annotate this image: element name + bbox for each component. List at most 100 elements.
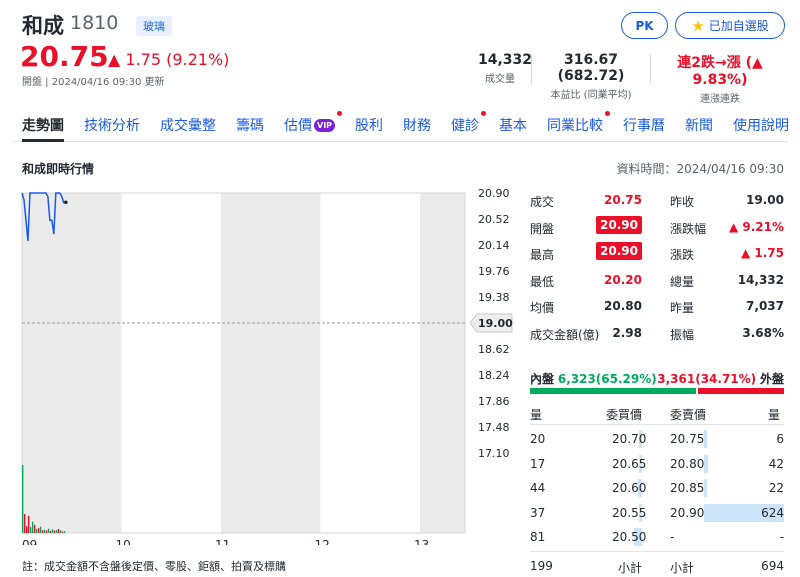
tab-11[interactable]: 新聞 <box>675 112 723 141</box>
x-tick-label: 12 <box>315 538 330 545</box>
tab-label: 同業比較 <box>547 118 604 134</box>
ask-total-label: 小計 <box>670 561 695 575</box>
y-tick-label: 17.10 <box>478 447 510 460</box>
ask-qty: 6 <box>776 432 784 446</box>
volume-bar <box>47 528 50 533</box>
stat-value: 14,332 <box>478 52 533 68</box>
quote-label: 開盤 <box>530 221 555 236</box>
volume-bar <box>31 521 34 533</box>
ask-qty: 42 <box>768 456 784 471</box>
quote-label: 振幅 <box>670 327 695 342</box>
quote-row: 成交金額(億) 2.98 振幅 3.68% <box>530 320 784 346</box>
tab-0[interactable]: 走勢圖 <box>12 112 74 142</box>
industry-tag[interactable]: 玻璃 <box>136 16 172 36</box>
y-tick-label: 17.48 <box>478 421 510 434</box>
pk-button[interactable]: PK <box>621 12 668 39</box>
inner-volume-bar <box>530 388 696 394</box>
y-tick-label: 19.00 <box>478 317 513 330</box>
volume-flow: 內盤 6,323(65.29%) 3,361(34.71%) 外盤 <box>530 370 784 387</box>
tab-3[interactable]: 籌碼 <box>226 112 274 141</box>
quote-value: 20.80 <box>604 299 642 313</box>
ask-price-header: 委賣價 <box>670 408 707 422</box>
stat-label: 本益比 (同業平均) <box>550 90 632 101</box>
bid-qty: 20 <box>530 432 546 446</box>
inner-value: 6,323(65.29%) <box>557 372 657 386</box>
y-tick-label: 18.24 <box>478 369 510 382</box>
tab-8[interactable]: 基本 <box>489 112 537 141</box>
tab-label: 技術分析 <box>84 118 140 134</box>
ask-price: 20.90 <box>670 505 705 520</box>
ask-depth-bar <box>704 479 707 497</box>
orderbook-row: 20 20.70 20.75 6 <box>530 428 784 452</box>
volume-bar <box>53 530 56 533</box>
tab-10[interactable]: 行事曆 <box>613 112 675 141</box>
ask-total: 694 <box>761 559 784 573</box>
tab-label: 籌碼 <box>236 118 264 134</box>
tab-label: 行事曆 <box>623 118 666 134</box>
quote-value: 2.98 <box>612 325 642 340</box>
footnote: 註：成交金額不含盤後定價、零股、鉅額、拍賣及標購 <box>22 560 286 573</box>
bid-qty: 44 <box>530 481 546 495</box>
quote-value: 20.75 <box>604 193 642 207</box>
quote-label: 成交金額(億) <box>530 327 600 342</box>
volume-bar <box>51 529 54 533</box>
quote-label: 漲跌 <box>670 248 695 262</box>
tab-12[interactable]: 使用說明 <box>723 112 799 141</box>
stock-code: 1810 <box>70 12 119 34</box>
price-change: ▲ 1.75 (9.21%) <box>108 50 230 69</box>
hour-band <box>22 193 122 533</box>
volume-bar <box>61 531 64 533</box>
quote-value: 7,037 <box>746 299 784 313</box>
tab-label: 新聞 <box>685 118 714 134</box>
stat-volume: 14,332 成交量 <box>478 52 533 85</box>
last-price-dot <box>63 200 68 205</box>
quote-value: ▲ 1.75 <box>740 246 784 260</box>
notification-dot-icon <box>337 111 343 116</box>
quote-row: 開盤 20.90 漲跌幅 ▲ 9.21% <box>530 214 784 240</box>
current-price: 20.75 <box>20 40 109 73</box>
hour-band <box>121 193 221 533</box>
quote-row: 最低 20.20 總量 14,332 <box>530 267 784 293</box>
tab-4[interactable]: 估價 VIP <box>274 111 345 141</box>
tab-label: 股利 <box>355 118 384 134</box>
bid-price: 20.65 <box>612 456 647 471</box>
stat-pe: 316.67 (682.72) 本益比 (同業平均) <box>536 52 646 101</box>
y-tick-label: 17.86 <box>478 395 510 408</box>
volume-bar <box>22 465 24 533</box>
quote-label: 總量 <box>670 274 695 289</box>
tab-1[interactable]: 技術分析 <box>74 112 150 141</box>
tab-label: 估價 <box>284 118 312 134</box>
notification-dot-icon <box>481 111 487 116</box>
quote-label: 均價 <box>530 301 555 315</box>
outer-label: 外盤 <box>759 372 784 386</box>
divider <box>531 54 532 84</box>
quote-row: 均價 20.80 昨量 7,037 <box>530 293 784 319</box>
pk-button-label: PK <box>635 18 654 33</box>
watchlist-button-label: 已加自選股 <box>708 19 769 33</box>
bid-price: 20.55 <box>612 505 647 520</box>
watchlist-button[interactable]: ★ 已加自選股 <box>675 12 785 39</box>
orderbook-row: 44 20.60 20.85 22 <box>530 477 784 501</box>
quote-value: 20.90 <box>596 242 642 260</box>
tab-2[interactable]: 成交彙整 <box>150 112 226 141</box>
quote-value: 19.00 <box>746 193 784 207</box>
x-tick-label: 13 <box>414 538 429 545</box>
tab-9[interactable]: 同業比較 <box>537 111 613 141</box>
stat-value: 連2跌→漲 (▲ 9.83%) <box>677 55 763 88</box>
volume-bar <box>23 513 26 533</box>
volume-bar <box>57 528 60 533</box>
tab-6[interactable]: 財務 <box>393 112 441 141</box>
volume-bar <box>27 515 30 533</box>
intraday-chart[interactable]: 20.90 20.52 20.14 19.76 19.38 19.00 18.62 18.24… <box>0 185 520 545</box>
volume-bar <box>49 530 52 533</box>
bid-price: 20.60 <box>612 481 647 495</box>
volume-bar <box>35 528 38 533</box>
ask-price: 20.85 <box>670 481 705 495</box>
volume-bar <box>39 526 42 533</box>
volume-flow-bar <box>530 388 784 394</box>
ask-depth-bar <box>704 430 707 448</box>
volume-bar <box>55 530 58 533</box>
tab-5[interactable]: 股利 <box>345 112 393 141</box>
stat-value: 316.67 (682.72) <box>557 52 625 84</box>
tab-7[interactable]: 健診 <box>441 111 489 141</box>
